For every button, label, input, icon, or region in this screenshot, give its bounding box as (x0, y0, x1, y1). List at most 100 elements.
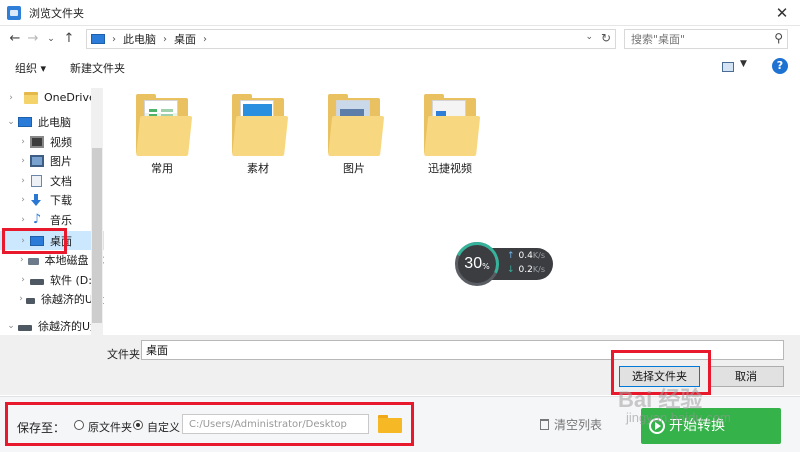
browse-folder-icon (7, 5, 21, 20)
speed-unit: K/s (532, 251, 545, 260)
usb-drive-icon (18, 324, 32, 331)
documents-icon (31, 174, 42, 187)
folder-icon (424, 94, 481, 156)
computer-icon (91, 34, 105, 44)
folder-name: 常用 (151, 162, 173, 175)
collapse-chevron-icon[interactable]: ⌄ (6, 321, 16, 331)
sidebar-item-software-d[interactable]: › 软件 (D:) (0, 270, 104, 289)
watermark-url: jingyan.baidu.com (626, 410, 731, 425)
navigation-pane-scrollbar[interactable] (91, 88, 103, 335)
cancel-button[interactable]: 取消 (708, 366, 784, 387)
dialog-title-bar: 浏览文件夹 ✕ (0, 0, 800, 26)
trash-icon (540, 419, 549, 430)
clear-list-button[interactable]: 清空列表 (540, 416, 602, 433)
sidebar-item-downloads[interactable]: › 下载 (0, 190, 104, 209)
network-speed-widget[interactable]: 30 % ↑ 0.4K/s ↓ 0.2K/s (448, 235, 553, 293)
new-folder-button[interactable]: 新建文件夹 (70, 60, 125, 76)
back-arrow-icon[interactable]: ← (6, 29, 24, 49)
collapse-chevron-icon[interactable]: ⌄ (6, 117, 16, 127)
clear-list-label: 清空列表 (554, 418, 603, 432)
sidebar-item-label: 此电脑 (38, 115, 71, 129)
computer-icon (18, 116, 32, 127)
scrollbar-thumb[interactable] (92, 148, 102, 323)
expand-chevron-icon[interactable]: › (6, 93, 16, 103)
expand-chevron-icon[interactable]: › (18, 137, 28, 147)
search-box[interactable]: ⚲ (624, 29, 788, 49)
download-arrow-icon: ↓ (507, 265, 515, 275)
breadcrumb-separator: › (163, 33, 167, 45)
expand-chevron-icon[interactable]: › (18, 195, 28, 205)
sidebar-item-music[interactable]: › ♪ 音乐 (0, 210, 104, 229)
sidebar-item-label: 软件 (D:) (50, 273, 97, 287)
folder-name: 素材 (247, 162, 269, 175)
sidebar-item-videos[interactable]: › 视频 (0, 132, 104, 151)
folder-icon (232, 94, 289, 156)
expand-chevron-icon[interactable]: › (18, 215, 28, 225)
refresh-icon[interactable]: ↻ (601, 31, 611, 45)
breadcrumb-separator: › (203, 33, 207, 45)
sidebar-item-onedrive[interactable]: › OneDrive (0, 88, 104, 107)
expand-chevron-icon[interactable]: › (18, 294, 24, 304)
desktop-highlight-box (2, 228, 67, 254)
expand-chevron-icon[interactable]: › (18, 176, 28, 186)
navigation-row: ← → ⌄ ↑ › 此电脑 › 桌面 › ⌄ ↻ ⚲ (0, 26, 800, 52)
expand-chevron-icon[interactable]: › (18, 156, 28, 166)
expand-chevron-icon[interactable]: › (18, 275, 28, 285)
save-to-highlight-box (5, 402, 414, 446)
video-icon (30, 135, 44, 148)
file-list-area[interactable]: 常用 素材 图片 迅捷视频 (106, 82, 796, 335)
folder-item[interactable]: 素材 (219, 94, 297, 176)
change-view-icon[interactable] (722, 62, 734, 72)
folder-icon (136, 94, 193, 156)
address-bar[interactable]: › 此电脑 › 桌面 › ⌄ ↻ (86, 29, 616, 49)
navigation-pane[interactable]: › OneDrive ⌄ 此电脑 › 视频 › 图片 › 文档 › 下载 › ♪… (0, 82, 104, 335)
recent-locations-chevron-icon[interactable]: ⌄ (42, 29, 60, 49)
sidebar-item-label: 视频 (50, 135, 72, 149)
search-icon[interactable]: ⚲ (774, 31, 783, 45)
sidebar-item-usb-drive-root[interactable]: ⌄ 徐越济的U盘 (0, 316, 104, 335)
forward-arrow-icon[interactable]: → (24, 29, 42, 49)
address-dropdown-icon[interactable]: ⌄ (585, 32, 593, 42)
usb-drive-icon (26, 297, 35, 304)
upload-value: 0.4 (518, 251, 533, 261)
organize-menu-button[interactable]: 组织 ▾ (15, 60, 46, 76)
upload-speed: ↑ 0.4K/s (507, 251, 545, 261)
sidebar-item-label: 音乐 (50, 213, 72, 227)
view-options-dropdown-icon[interactable]: ▼ (740, 59, 747, 69)
folder-icon (328, 94, 385, 156)
sidebar-item-usb-drive[interactable]: › 徐越济的U盘 (0, 289, 104, 308)
toolbar: 组织 ▾ 新建文件夹 ▼ ? (0, 56, 800, 78)
sidebar-item-this-pc[interactable]: ⌄ 此电脑 (0, 112, 104, 131)
sidebar-item-label: 下载 (50, 193, 72, 207)
folder-field-label: 文件夹: (107, 348, 144, 361)
pictures-icon (30, 154, 44, 167)
download-speed: ↓ 0.2K/s (507, 265, 545, 275)
download-value: 0.2 (518, 265, 533, 275)
close-icon[interactable]: ✕ (772, 3, 792, 23)
breadcrumb-desktop[interactable]: 桌面 (174, 31, 196, 47)
sidebar-item-label: OneDrive (44, 91, 96, 104)
sidebar-item-label: 图片 (50, 154, 72, 168)
search-input[interactable] (625, 30, 765, 48)
folder-name: 迅捷视频 (428, 162, 472, 175)
dialog-title: 浏览文件夹 (29, 6, 84, 20)
folder-icon (24, 91, 38, 104)
upload-arrow-icon: ↑ (507, 251, 515, 261)
folder-item[interactable]: 图片 (315, 94, 393, 176)
sidebar-item-documents[interactable]: › 文档 (0, 171, 104, 190)
sidebar-item-label: 文档 (50, 174, 72, 188)
music-icon: ♪ (32, 211, 42, 227)
folder-item[interactable]: 迅捷视频 (411, 94, 489, 176)
breadcrumb-this-pc[interactable]: 此电脑 (123, 31, 156, 47)
sidebar-item-pictures[interactable]: › 图片 (0, 151, 104, 170)
help-icon[interactable]: ? (772, 58, 788, 74)
download-icon (30, 193, 42, 206)
folder-item[interactable]: 常用 (123, 94, 201, 176)
up-arrow-icon[interactable]: ↑ (60, 29, 78, 49)
folder-name: 图片 (343, 162, 365, 175)
expand-chevron-icon[interactable]: › (18, 255, 26, 265)
gauge-arc (448, 235, 506, 293)
breadcrumb-separator: › (112, 33, 116, 45)
drive-icon (27, 258, 39, 265)
speed-unit: K/s (532, 265, 545, 274)
